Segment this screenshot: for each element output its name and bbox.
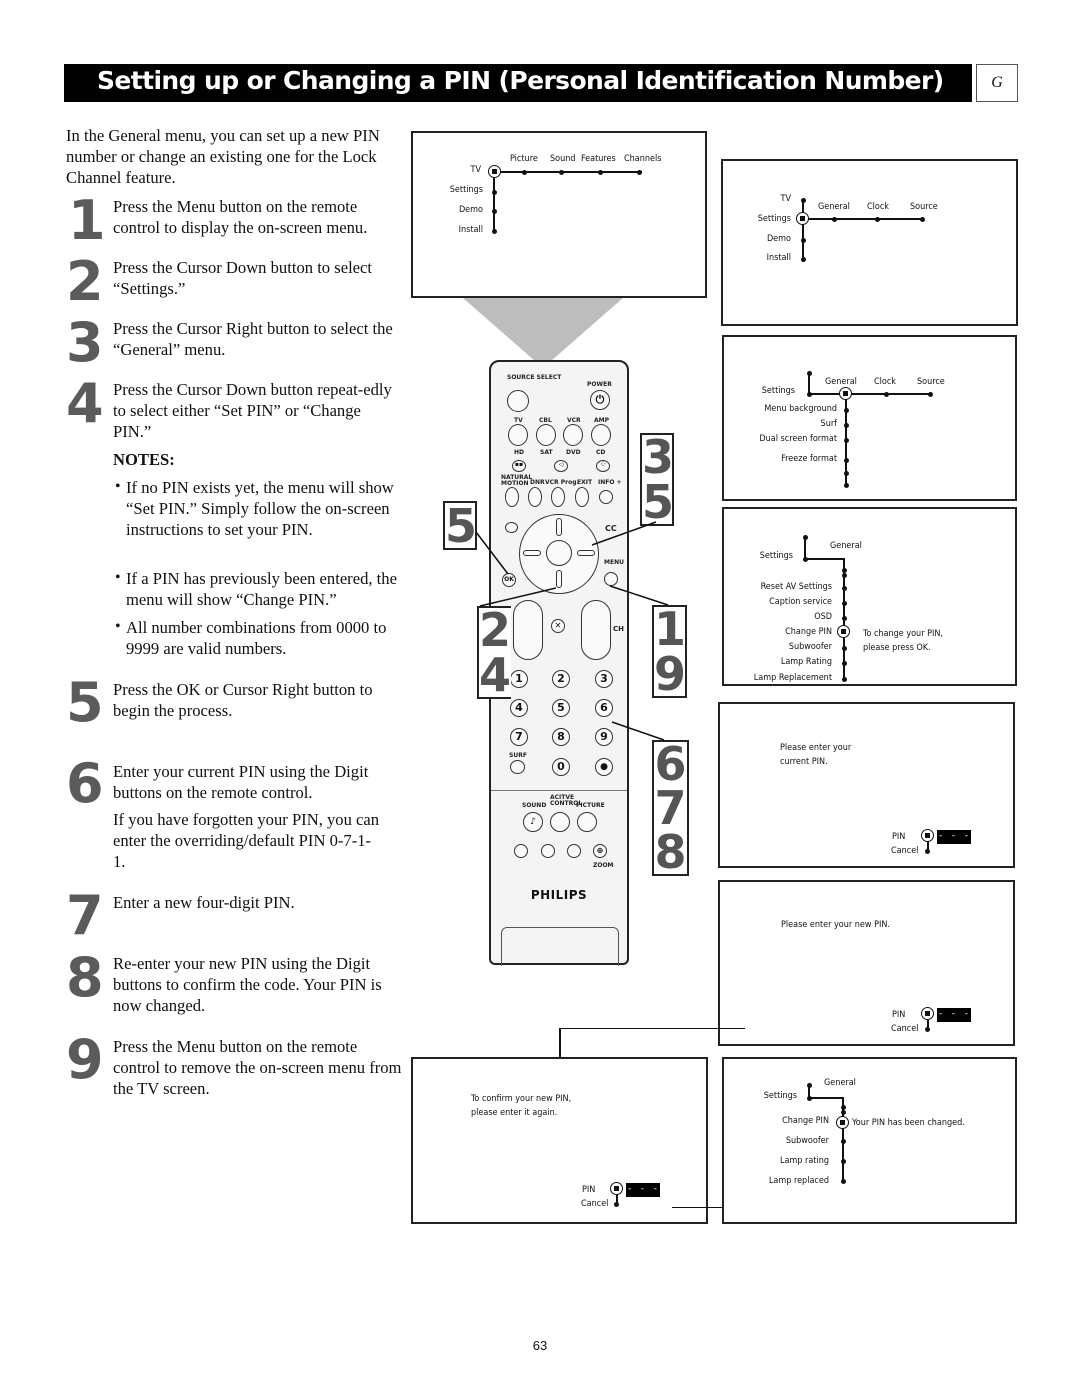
page-number: 63 bbox=[532, 1338, 548, 1353]
callout-leader-lines bbox=[475, 521, 669, 741]
